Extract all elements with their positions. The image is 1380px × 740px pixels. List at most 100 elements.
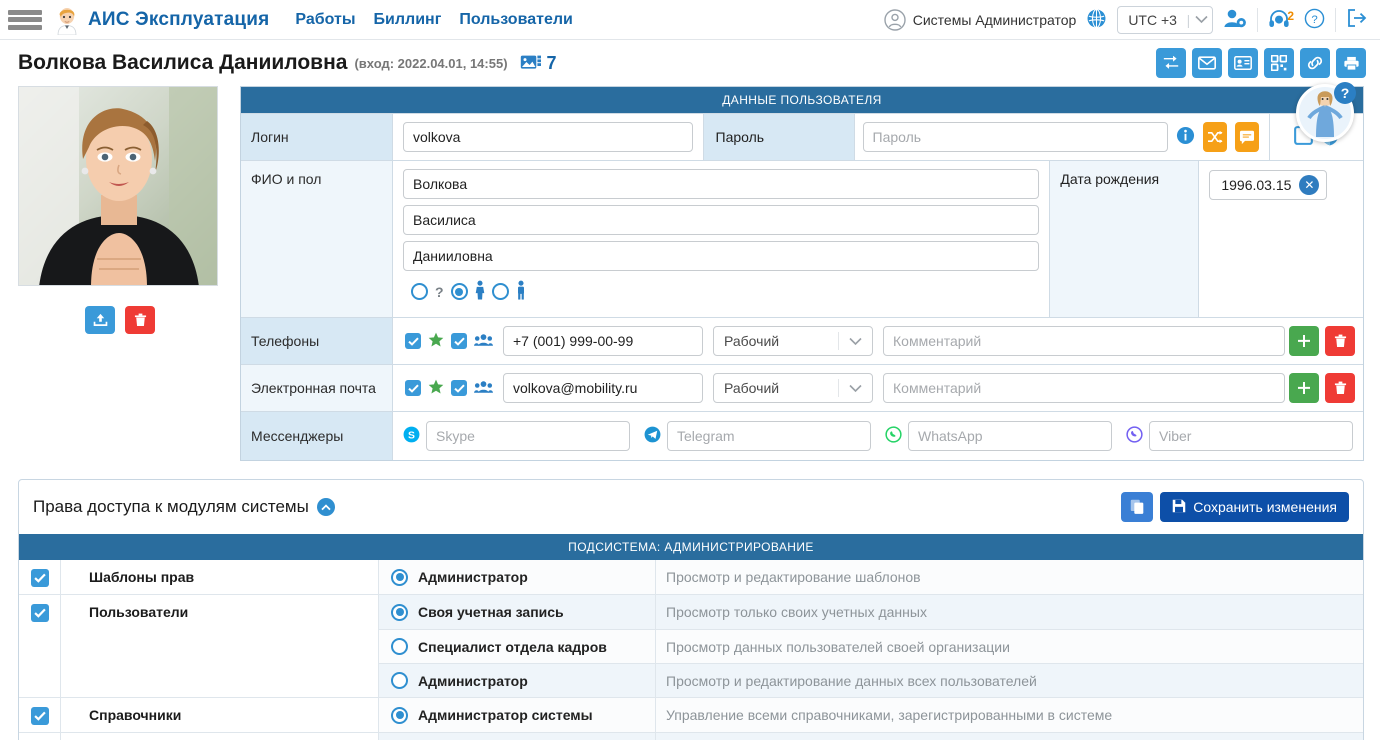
messenger-viber: [1126, 421, 1353, 451]
timezone-select[interactable]: UTC +3 |: [1117, 5, 1214, 34]
assistant-help-badge[interactable]: ?: [1334, 82, 1356, 104]
upload-icon: [93, 313, 107, 326]
chevron-down-icon: [1195, 15, 1208, 24]
trash-icon: [134, 313, 146, 327]
nav-item-billing[interactable]: Биллинг: [374, 11, 442, 29]
phone-primary-checkbox[interactable]: [405, 333, 421, 349]
generate-password-button[interactable]: [1202, 122, 1227, 152]
delete-phone-button[interactable]: [1325, 326, 1355, 356]
gender-male-radio[interactable]: [491, 283, 509, 300]
messenger-telegram: [644, 421, 871, 451]
upload-photo-button[interactable]: [85, 306, 115, 334]
globe-icon[interactable]: [1086, 8, 1107, 32]
rights-header: Права доступа к модулям системы Сохранит…: [19, 480, 1363, 534]
whatsapp-icon: [885, 426, 902, 446]
phone-comment-input[interactable]: [883, 326, 1285, 356]
whatsapp-input[interactable]: [908, 421, 1112, 451]
print-button[interactable]: [1336, 48, 1366, 78]
dob-area: 1996.03.15 ✕: [1199, 161, 1363, 317]
phone-value-wrap: [503, 326, 703, 356]
email-button[interactable]: [1192, 48, 1222, 78]
save-changes-button[interactable]: Сохранить изменения: [1160, 492, 1349, 522]
role-row[interactable]: Специалист отдела кадров Просмотр данных …: [379, 629, 1363, 663]
gender-unknown-radio[interactable]: [411, 283, 428, 300]
password-input[interactable]: [862, 122, 1168, 152]
top-navbar: АИС Эксплуатация Работы Биллинг Пользова…: [0, 0, 1380, 40]
last-login-info: (вход: 2022.04.01, 14:55): [354, 55, 508, 71]
nav-item-users[interactable]: Пользователи: [459, 11, 572, 29]
copy-rights-button[interactable]: [1121, 492, 1154, 522]
phone-type-select[interactable]: Рабочий: [713, 326, 873, 356]
gender-female-radio[interactable]: [450, 283, 468, 300]
module-enable-checkbox[interactable]: [30, 569, 49, 587]
role-row[interactable]: Администратор Просмотр и редактирование ш…: [379, 560, 1363, 594]
hamburger-icon[interactable]: [8, 7, 42, 33]
current-user-chip[interactable]: Системы Администратор: [884, 8, 1076, 31]
photo-count-value: 7: [546, 52, 557, 73]
role-radio[interactable]: [391, 638, 408, 655]
patronymic-input[interactable]: [403, 241, 1040, 271]
main-content: ДАННЫЕ ПОЛЬЗОВАТЕЛЯ Логин Пароль: [0, 86, 1380, 461]
contact-card-button[interactable]: [1228, 48, 1258, 78]
dob-chip[interactable]: 1996.03.15 ✕: [1209, 170, 1328, 200]
role-label: Администратор системы: [418, 707, 593, 723]
delete-photo-button[interactable]: [125, 306, 155, 334]
role-radio[interactable]: [391, 672, 408, 689]
photo-column: [18, 86, 222, 461]
role-name-cell: Администратор: [379, 664, 656, 697]
save-icon: [1172, 499, 1186, 516]
email-flags: [393, 379, 503, 398]
female-icon: [475, 280, 485, 303]
skype-input[interactable]: [426, 421, 630, 451]
support-headset-icon[interactable]: 2: [1268, 9, 1294, 30]
email-comment-input[interactable]: [883, 373, 1285, 403]
sync-button[interactable]: [1156, 48, 1186, 78]
nav-item-raboty[interactable]: Работы: [295, 11, 355, 29]
fio-label: ФИО и пол: [241, 161, 393, 317]
link-button[interactable]: [1300, 48, 1330, 78]
role-radio[interactable]: [391, 568, 408, 586]
role-row[interactable]: Своя учетная запись Просмотр только своих…: [379, 595, 1363, 629]
title-action-buttons: [1156, 48, 1366, 78]
logout-icon[interactable]: [1346, 8, 1368, 31]
qr-code-button[interactable]: [1264, 48, 1294, 78]
role-radio[interactable]: [391, 706, 408, 724]
login-input[interactable]: [403, 122, 693, 152]
role-row[interactable]: ГостьТолько просмотр по своей организаци…: [379, 733, 1363, 740]
role-row[interactable]: Администратор системы Управление всеми сп…: [379, 698, 1363, 732]
email-public-checkbox[interactable]: [451, 380, 467, 396]
telegram-input[interactable]: [667, 421, 871, 451]
photo-gallery-link[interactable]: 7: [520, 53, 557, 74]
firstname-input[interactable]: [403, 205, 1040, 235]
phone-public-checkbox[interactable]: [451, 333, 467, 349]
user-photo: [18, 86, 218, 286]
surname-input[interactable]: [403, 169, 1040, 199]
user-settings-icon[interactable]: [1223, 7, 1247, 32]
delete-email-button[interactable]: [1325, 373, 1355, 403]
permission-module-row: Справочники Администратор системы Управлен…: [19, 697, 1363, 732]
chevron-up-icon[interactable]: [316, 498, 335, 516]
send-sms-button[interactable]: [1234, 122, 1260, 152]
module-roles: Своя учетная запись Просмотр только своих…: [379, 595, 1363, 697]
messengers-label: Мессенджеры: [241, 412, 393, 460]
role-name-cell: Администратор: [379, 560, 656, 594]
viber-input[interactable]: [1149, 421, 1353, 451]
add-phone-button[interactable]: [1289, 326, 1319, 356]
clear-dob-icon[interactable]: ✕: [1299, 175, 1320, 195]
role-row[interactable]: Администратор Просмотр и редактирование д…: [379, 663, 1363, 697]
module-enable-checkbox[interactable]: [30, 604, 49, 622]
question-circle-icon[interactable]: ?: [1304, 8, 1325, 32]
chevron-down-icon: [838, 379, 872, 397]
email-primary-checkbox[interactable]: [405, 380, 421, 396]
add-email-button[interactable]: [1289, 373, 1319, 403]
email-input[interactable]: [503, 373, 703, 403]
role-name-cell: Специалист отдела кадров: [379, 630, 656, 663]
phone-input[interactable]: [503, 326, 703, 356]
module-enable-checkbox[interactable]: [30, 707, 49, 725]
permission-module-row: Пользователи Своя учетная запись Просмотр …: [19, 594, 1363, 697]
role-label: Своя учетная запись: [418, 604, 564, 620]
email-type-select[interactable]: Рабочий: [713, 373, 873, 403]
info-icon[interactable]: [1176, 126, 1195, 148]
page-title: Волкова Василиса Данииловна: [18, 51, 348, 74]
role-radio[interactable]: [391, 603, 408, 621]
